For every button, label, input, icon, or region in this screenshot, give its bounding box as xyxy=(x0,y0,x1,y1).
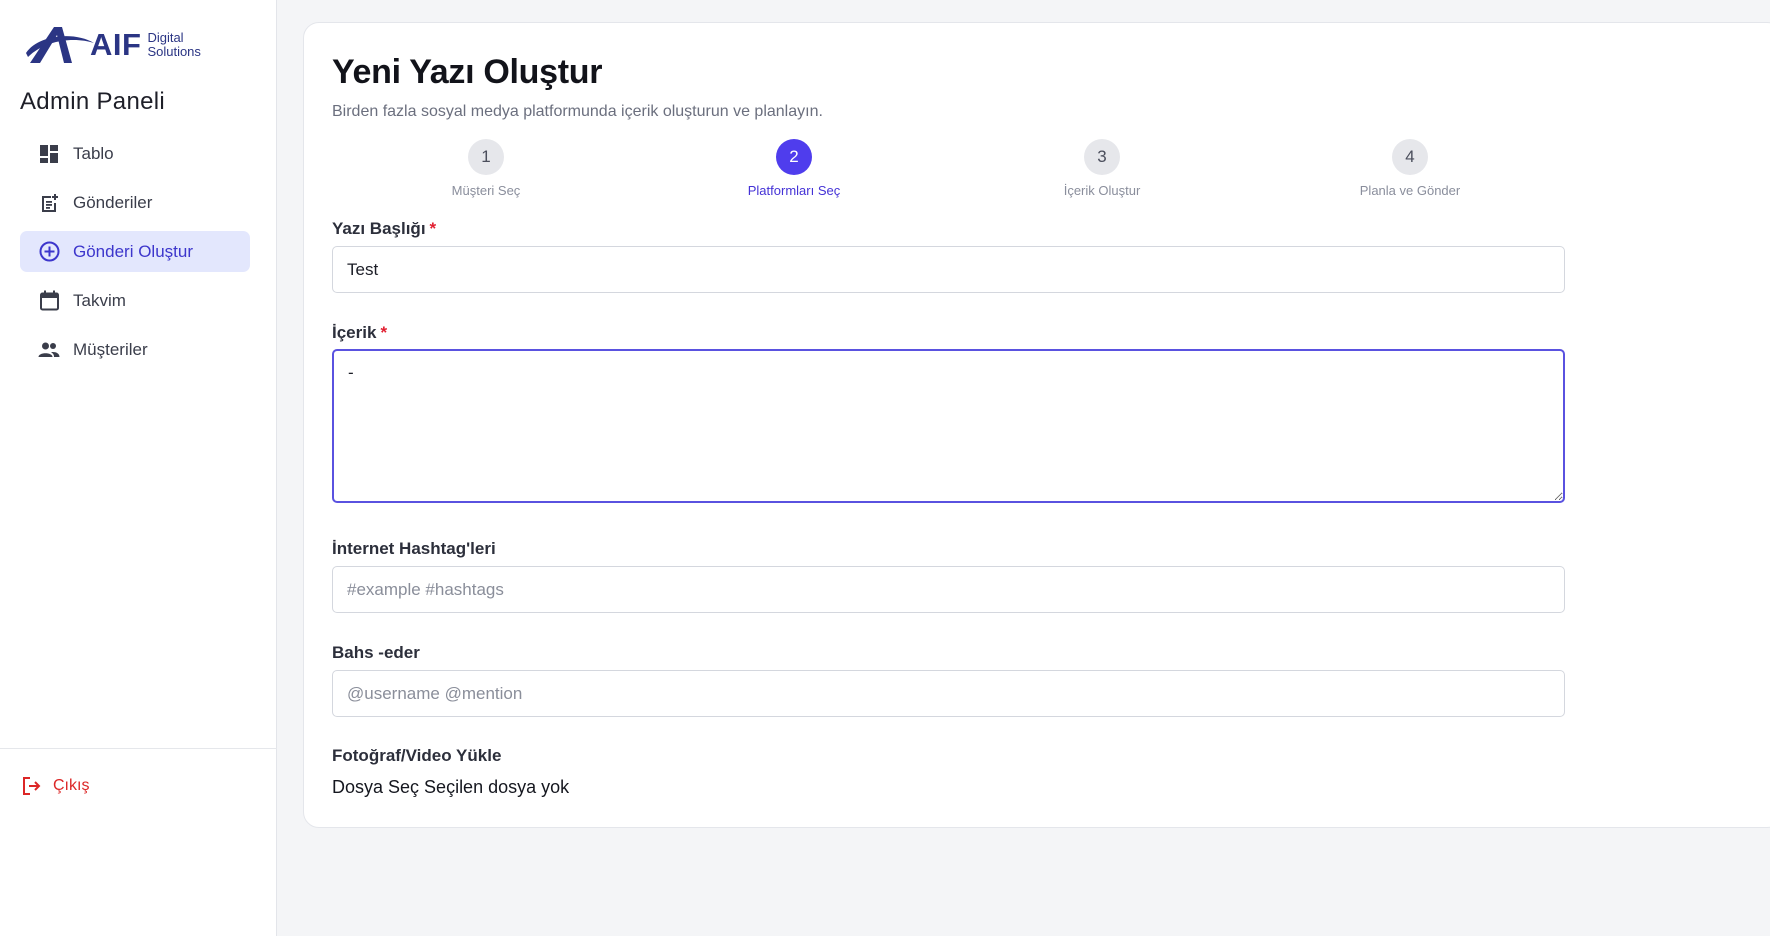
step-number: 4 xyxy=(1392,139,1428,175)
panel-title: Admin Paneli xyxy=(20,88,166,115)
choose-file-button[interactable]: Dosya Seç xyxy=(332,777,419,798)
step-number: 2 xyxy=(776,139,812,175)
step-platformlari-sec[interactable]: 2 Platformları Seç xyxy=(694,139,894,198)
step-icerik-olustur[interactable]: 3 İçerik Oluştur xyxy=(1002,139,1202,198)
sidebar-item-label: Takvim xyxy=(73,290,126,310)
calendar-icon xyxy=(38,290,60,312)
step-planla-ve-gonder[interactable]: 4 Planla ve Gönder xyxy=(1310,139,1510,198)
people-icon xyxy=(38,339,60,361)
hashtags-input[interactable] xyxy=(332,566,1565,613)
create-post-card: Yeni Yazı Oluştur Birden fazla sosyal me… xyxy=(303,22,1770,828)
step-label: Platformları Seç xyxy=(747,183,841,198)
brand-subtitle-line1: Digital xyxy=(147,30,184,45)
required-asterisk: * xyxy=(380,323,388,342)
required-asterisk: * xyxy=(429,219,437,238)
step-number: 1 xyxy=(468,139,504,175)
content-textarea[interactable]: - xyxy=(332,349,1565,503)
logout-label: Çıkış xyxy=(53,777,90,794)
sidebar-nav: Tablo Gönderiler Gönderi Oluştur Takvim … xyxy=(20,133,250,378)
sidebar-item-gonderi-olustur[interactable]: Gönderi Oluştur xyxy=(20,231,250,272)
brand-subtitle: Digital Solutions xyxy=(147,31,200,59)
sidebar-item-tablo[interactable]: Tablo xyxy=(20,133,250,174)
post-title-input[interactable] xyxy=(332,246,1565,293)
sidebar-item-gonderiler[interactable]: Gönderiler xyxy=(20,182,250,223)
logout-button[interactable]: Çıkış xyxy=(20,775,89,797)
content-label-text: İçerik xyxy=(332,323,377,342)
hashtags-label: İnternet Hashtag'leri xyxy=(332,539,496,558)
brand-logo[interactable]: AIF Digital Solutions xyxy=(24,22,224,68)
mentions-label: Bahs -eder xyxy=(332,643,420,662)
file-upload: Dosya Seç Seçilen dosya yok xyxy=(332,777,569,798)
step-musteri-sec[interactable]: 1 Müşteri Seç xyxy=(386,139,586,198)
step-label: Müşteri Seç xyxy=(451,183,521,198)
dashboard-icon xyxy=(38,143,60,165)
logo-mark-icon xyxy=(26,27,94,63)
step-number: 3 xyxy=(1084,139,1120,175)
sidebar-item-label: Müşteriler xyxy=(73,339,148,359)
sidebar-item-label: Gönderiler xyxy=(73,192,153,212)
sidebar-item-musteriler[interactable]: Müşteriler xyxy=(20,329,250,370)
logout-icon xyxy=(20,775,42,797)
brand-name: AIF xyxy=(90,27,142,62)
step-label: İçerik Oluştur xyxy=(1063,183,1141,198)
page-title: Yeni Yazı Oluştur xyxy=(332,53,603,91)
sidebar-item-label: Gönderi Oluştur xyxy=(73,241,193,261)
sidebar-divider xyxy=(0,748,277,749)
upload-label: Fotoğraf/Video Yükle xyxy=(332,746,502,765)
sidebar-item-label: Tablo xyxy=(73,143,114,163)
sidebar-item-takvim[interactable]: Takvim xyxy=(20,280,250,321)
file-status: Seçilen dosya yok xyxy=(424,777,570,797)
add-circle-icon xyxy=(38,241,60,263)
sidebar: AIF Digital Solutions Admin Paneli Tablo… xyxy=(0,0,277,936)
post-title-label-text: Yazı Başlığı xyxy=(332,219,426,238)
post-title-label: Yazı Başlığı * xyxy=(332,219,436,239)
page-subtitle: Birden fazla sosyal medya platformunda i… xyxy=(332,103,823,120)
brand-subtitle-line2: Solutions xyxy=(147,44,201,59)
post-add-icon xyxy=(38,192,60,214)
content-label: İçerik * xyxy=(332,323,387,343)
mentions-input[interactable] xyxy=(332,670,1565,717)
step-label: Planla ve Gönder xyxy=(1359,183,1461,198)
